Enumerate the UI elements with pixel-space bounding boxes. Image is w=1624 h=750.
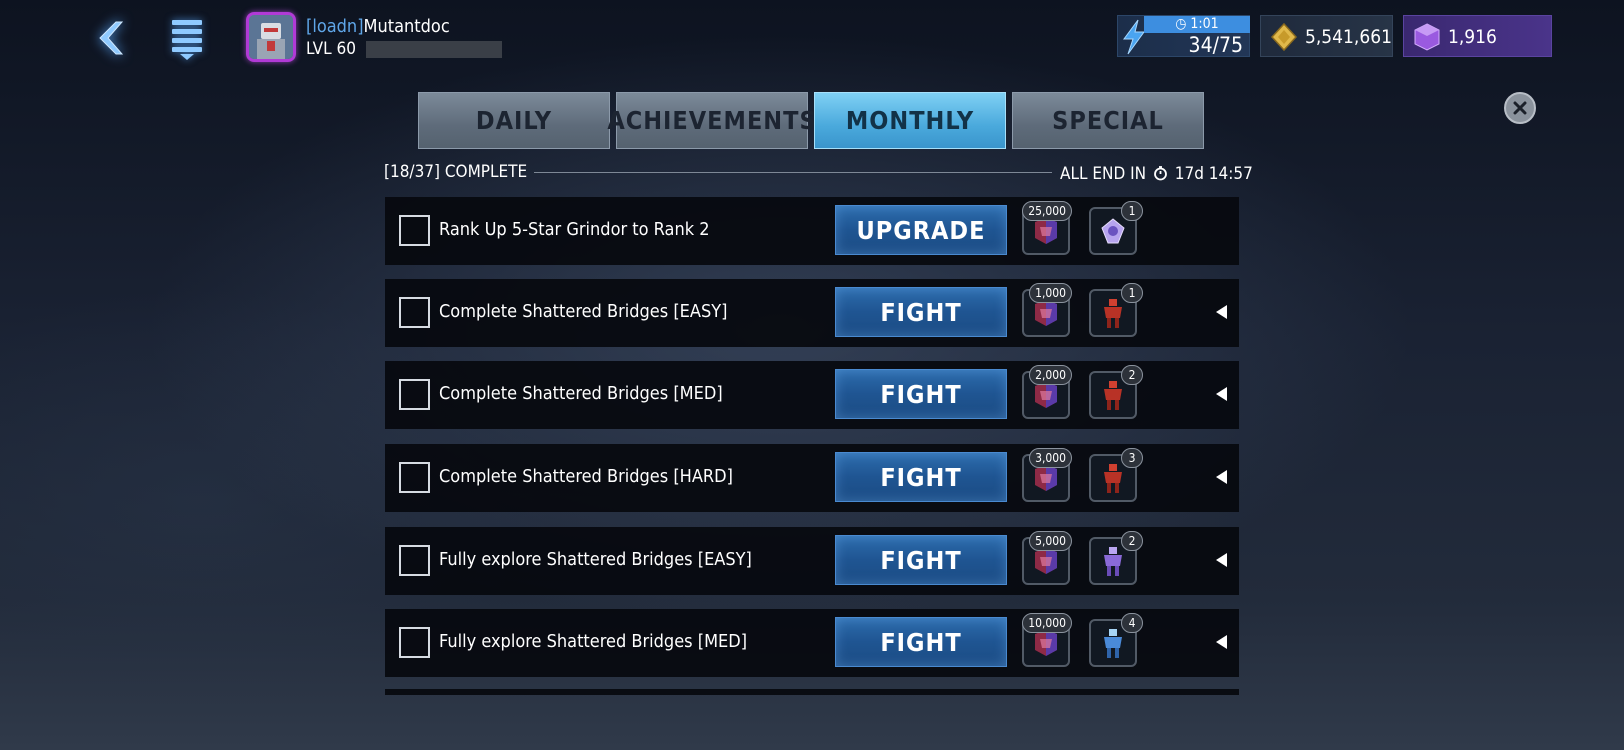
reward-count: 2,000 bbox=[1029, 365, 1072, 385]
reward-count: 1 bbox=[1121, 201, 1143, 221]
fight-button[interactable]: FIGHT bbox=[835, 369, 1007, 419]
gem-icon bbox=[1414, 23, 1440, 51]
reward-item[interactable]: 2,000 bbox=[1022, 365, 1072, 419]
expand-arrow-icon[interactable] bbox=[1216, 635, 1227, 649]
red-bot-icon bbox=[1104, 464, 1122, 493]
reward-count: 2 bbox=[1121, 365, 1143, 385]
reward-item[interactable]: 1,000 bbox=[1022, 283, 1072, 337]
reward-count: 2 bbox=[1121, 531, 1143, 551]
fight-button[interactable]: FIGHT bbox=[835, 452, 1007, 502]
reward-item[interactable]: 4 bbox=[1089, 613, 1143, 667]
fight-button[interactable]: FIGHT bbox=[835, 617, 1007, 667]
reward-count: 3,000 bbox=[1029, 448, 1072, 468]
reward-item[interactable]: 10,000 bbox=[1022, 613, 1072, 667]
red-bot-icon bbox=[1104, 381, 1122, 410]
expand-arrow-icon[interactable] bbox=[1216, 305, 1227, 319]
mission-label: Complete Shattered Bridges [HARD] bbox=[439, 466, 733, 487]
mission-row: Complete Shattered Bridges [EASY] FIGHT … bbox=[385, 279, 1239, 347]
player-name: [loadn]Mutantdoc bbox=[306, 16, 450, 37]
reward-item[interactable]: 25,000 bbox=[1022, 201, 1072, 255]
reward-item[interactable]: 1 bbox=[1089, 201, 1143, 255]
player-level: LVL 60 bbox=[306, 39, 356, 59]
energy-timer-text: 1:01 bbox=[1190, 16, 1219, 32]
expand-arrow-icon[interactable] bbox=[1216, 553, 1227, 567]
mission-label: Fully explore Shattered Bridges [MED] bbox=[439, 631, 748, 652]
mission-checkbox[interactable] bbox=[399, 545, 430, 576]
gold-value: 5,541,661 bbox=[1305, 26, 1392, 48]
tab-special[interactable]: SPECIAL bbox=[1012, 92, 1204, 149]
reward-item[interactable]: 3,000 bbox=[1022, 448, 1072, 502]
mission-checkbox[interactable] bbox=[399, 215, 430, 246]
energy-counter[interactable]: ◷ 1:01 34/75 bbox=[1117, 15, 1250, 57]
mission-label: Complete Shattered Bridges [EASY] bbox=[439, 301, 728, 322]
end-time: 17d 14:57 bbox=[1174, 164, 1253, 184]
xp-bar bbox=[366, 41, 502, 58]
gold-counter[interactable]: 5,541,661 bbox=[1260, 15, 1393, 57]
mission-row: Complete Shattered Bridges [MED] FIGHT 2… bbox=[385, 361, 1239, 429]
mission-label: Complete Shattered Bridges [MED] bbox=[439, 383, 723, 404]
expand-arrow-icon[interactable] bbox=[1216, 470, 1227, 484]
mission-checkbox[interactable] bbox=[399, 627, 430, 658]
avatar[interactable] bbox=[246, 12, 296, 62]
timer-icon bbox=[1153, 166, 1167, 181]
mission-row bbox=[385, 689, 1239, 695]
reward-item[interactable]: 5,000 bbox=[1022, 531, 1072, 585]
completion-progress: [18/37] COMPLETE bbox=[384, 162, 528, 182]
fight-button[interactable]: FIGHT bbox=[835, 535, 1007, 585]
energy-timer: ◷ 1:01 bbox=[1144, 16, 1250, 33]
reward-item[interactable]: 3 bbox=[1089, 448, 1143, 502]
reward-item[interactable]: 2 bbox=[1089, 531, 1143, 585]
menu-button[interactable] bbox=[168, 16, 208, 62]
mission-row: Fully explore Shattered Bridges [MED] FI… bbox=[385, 609, 1239, 677]
expand-arrow-icon[interactable] bbox=[1216, 387, 1227, 401]
crystal-shard-icon bbox=[1101, 218, 1125, 244]
reward-count: 3 bbox=[1121, 448, 1143, 468]
fight-button[interactable]: FIGHT bbox=[835, 287, 1007, 337]
mission-checkbox[interactable] bbox=[399, 379, 430, 410]
mission-label: Rank Up 5-Star Grindor to Rank 2 bbox=[439, 219, 710, 240]
mission-list[interactable]: Rank Up 5-Star Grindor to Rank 2 UPGRADE… bbox=[385, 197, 1239, 695]
menu-icon bbox=[172, 20, 202, 60]
gold-icon bbox=[1270, 22, 1298, 52]
energy-value: 34/75 bbox=[1188, 33, 1243, 57]
clock-icon: ◷ bbox=[1175, 16, 1187, 32]
mission-checkbox[interactable] bbox=[399, 297, 430, 328]
player-name-text: Mutantdoc bbox=[363, 16, 450, 37]
close-button[interactable] bbox=[1504, 92, 1536, 124]
reward-count: 4 bbox=[1121, 613, 1143, 633]
end-prefix: ALL END IN bbox=[1060, 164, 1147, 184]
reward-count: 25,000 bbox=[1022, 201, 1072, 221]
chevron-left-icon bbox=[99, 21, 124, 55]
reward-item[interactable]: 2 bbox=[1089, 365, 1143, 419]
mission-checkbox[interactable] bbox=[399, 462, 430, 493]
tab-achievements[interactable]: ACHIEVEMENTS bbox=[607, 92, 816, 149]
units-counter[interactable]: 1,916 bbox=[1403, 15, 1552, 57]
tab-monthly[interactable]: MONTHLY bbox=[814, 92, 1006, 149]
tab-daily[interactable]: DAILY bbox=[418, 92, 610, 149]
mission-label: Fully explore Shattered Bridges [EASY] bbox=[439, 549, 752, 570]
red-bot-icon bbox=[1104, 299, 1122, 328]
reward-item[interactable]: 1 bbox=[1089, 283, 1143, 337]
reward-count: 1 bbox=[1121, 283, 1143, 303]
mission-row: Rank Up 5-Star Grindor to Rank 2 UPGRADE… bbox=[385, 197, 1239, 265]
alliance-tag: [loadn] bbox=[306, 16, 364, 37]
blue-bot-icon bbox=[1104, 629, 1122, 658]
upgrade-button[interactable]: UPGRADE bbox=[835, 205, 1007, 255]
close-icon bbox=[1513, 101, 1527, 115]
mission-row: Complete Shattered Bridges [HARD] FIGHT … bbox=[385, 444, 1239, 512]
back-button[interactable] bbox=[86, 18, 134, 58]
purple-bot-icon bbox=[1104, 547, 1122, 576]
mission-row: Fully explore Shattered Bridges [EASY] F… bbox=[385, 527, 1239, 595]
divider bbox=[534, 172, 1052, 173]
reward-count: 1,000 bbox=[1029, 283, 1072, 303]
units-value: 1,916 bbox=[1448, 26, 1497, 48]
reward-count: 10,000 bbox=[1022, 613, 1072, 633]
robot-avatar-icon bbox=[249, 15, 293, 59]
reward-count: 5,000 bbox=[1029, 531, 1072, 551]
end-timer: ALL END IN 17d 14:57 bbox=[1060, 164, 1253, 184]
